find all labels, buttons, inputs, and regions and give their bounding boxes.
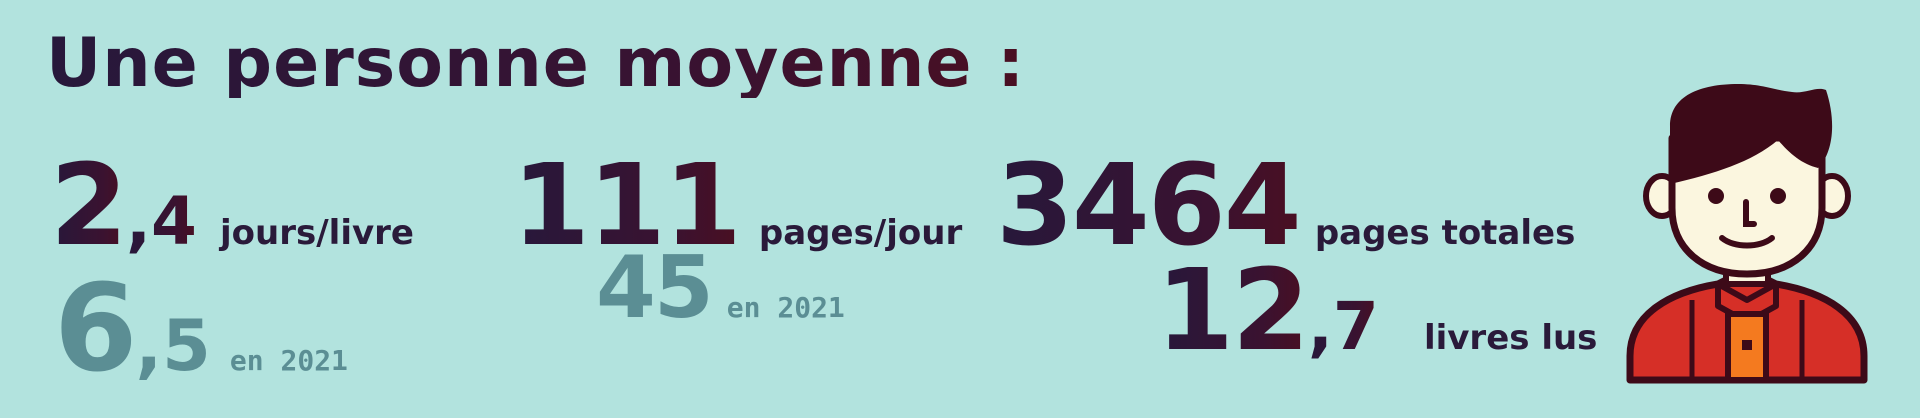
stat-pages-per-day-2021-value: 45: [596, 238, 714, 338]
stat-days-per-book: 2,4 jours/livre: [50, 150, 414, 262]
stat-books-read-unit: livres lus: [1423, 318, 1598, 358]
person-avatar-icon: [1622, 78, 1872, 388]
stat-total-pages-unit: pages totales: [1314, 213, 1576, 253]
stat-days-per-book-2021-dec: ,5: [135, 305, 211, 387]
page-title: Une personne moyenne :: [46, 24, 1026, 103]
stat-days-per-book-int: 2: [50, 141, 128, 271]
stat-days-per-book-dec: ,4: [125, 183, 197, 260]
stat-books-read-int: 12: [1156, 246, 1310, 376]
stat-pages-per-day-2021: 45 en 2021: [596, 245, 845, 331]
stat-pages-per-day-2021-label: en 2021: [726, 291, 845, 324]
stat-days-per-book-unit: jours/livre: [220, 213, 414, 253]
stat-days-per-book-2021-int: 6: [54, 260, 137, 399]
stat-books-read-dec: ,7: [1307, 288, 1379, 365]
stat-days-per-book-2021-label: en 2021: [229, 344, 348, 377]
stat-books-read: 12,7 livres lus: [1156, 255, 1597, 367]
stat-days-per-book-2021: 6,5 en 2021: [54, 270, 348, 390]
